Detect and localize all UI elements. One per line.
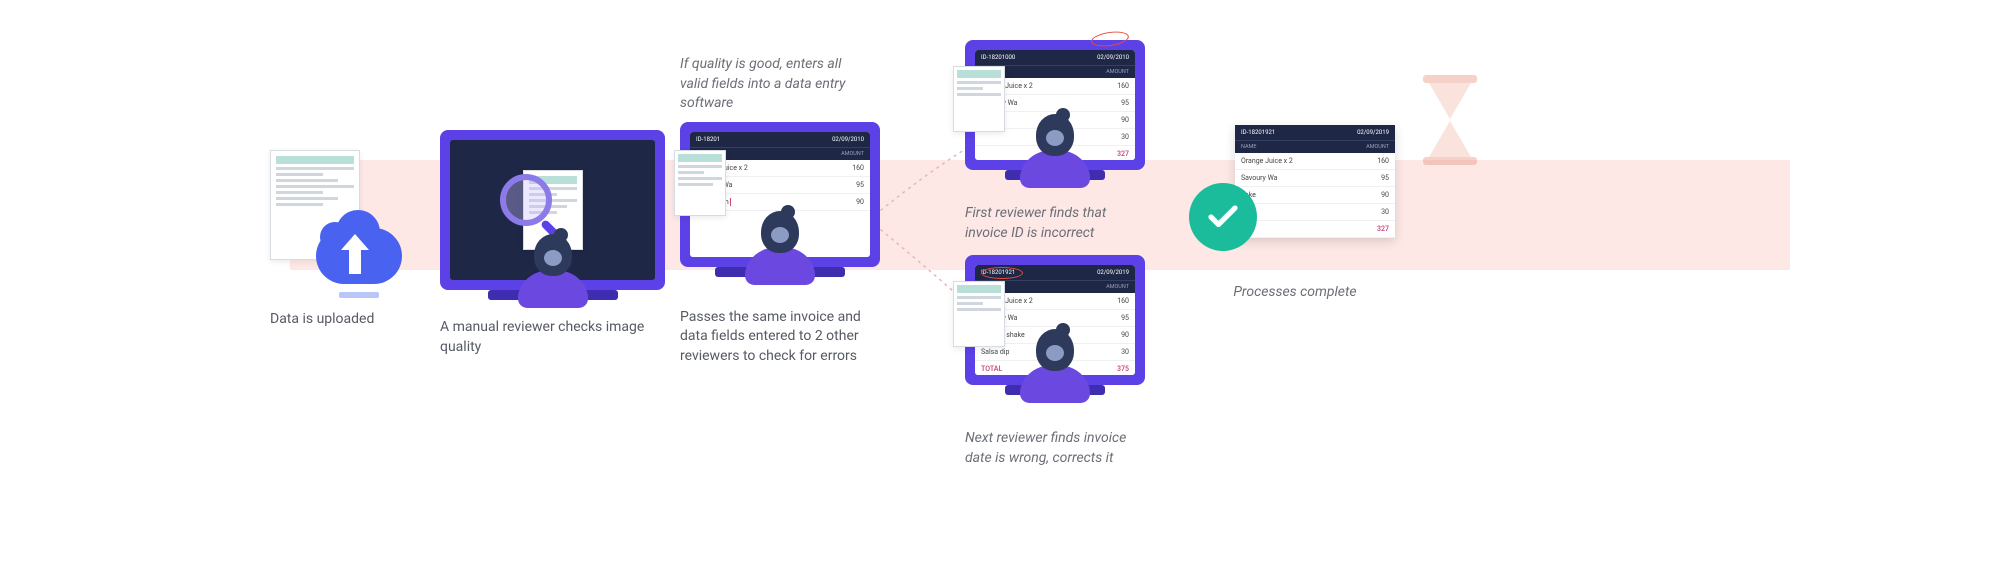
invoice-thumb-icon bbox=[674, 150, 726, 216]
hourglass-icon bbox=[1415, 75, 1485, 175]
caption-upload: Data is uploaded bbox=[270, 310, 410, 330]
final-table: ID-1820192102/09/2019NAMEAMOUNTOrange Ju… bbox=[1235, 125, 1395, 238]
reviewer-person-icon bbox=[1020, 329, 1090, 403]
error-circle-annotation bbox=[1090, 29, 1130, 48]
caption-reviewer1: First reviewer finds that invoice ID is … bbox=[965, 204, 1135, 243]
invoice-thumb-icon bbox=[953, 281, 1005, 347]
stage-reviewer-1: ID-1820100002/09/2010NAMEAMOUNTOrange Ju… bbox=[965, 40, 1165, 243]
reviewer-person-icon bbox=[1020, 114, 1090, 188]
invoice-thumb-icon bbox=[953, 66, 1005, 132]
caption-complete: Processes complete bbox=[1195, 283, 1395, 303]
error-circle-annotation bbox=[981, 267, 1023, 279]
caption-entry-bottom: Passes the same invoice and data fields … bbox=[680, 308, 890, 367]
cloud-upload-icon bbox=[316, 220, 402, 298]
caption-entry-top: If quality is good, enters all valid fie… bbox=[680, 55, 860, 114]
stage-upload: Data is uploaded bbox=[270, 150, 410, 330]
reviewer-person-icon bbox=[518, 234, 588, 308]
stage-data-entry: If quality is good, enters all valid fie… bbox=[680, 55, 940, 367]
stage-reviewer-2: ID-1820192102/09/2019NAMEAMOUNTOrange Ju… bbox=[965, 255, 1165, 468]
monitor-icon bbox=[440, 130, 665, 290]
checkmark-success-icon bbox=[1189, 183, 1257, 251]
caption-quality: A manual reviewer checks image quality bbox=[440, 318, 670, 357]
stage-complete: ID-1820192102/09/2019NAMEAMOUNTOrange Ju… bbox=[1195, 125, 1455, 303]
caption-reviewer2: Next reviewer finds invoice date is wron… bbox=[965, 429, 1145, 468]
stage-quality-check: A manual reviewer checks image quality bbox=[440, 130, 670, 357]
reviewer-person-icon bbox=[745, 211, 815, 285]
magnifier-icon bbox=[500, 174, 552, 226]
